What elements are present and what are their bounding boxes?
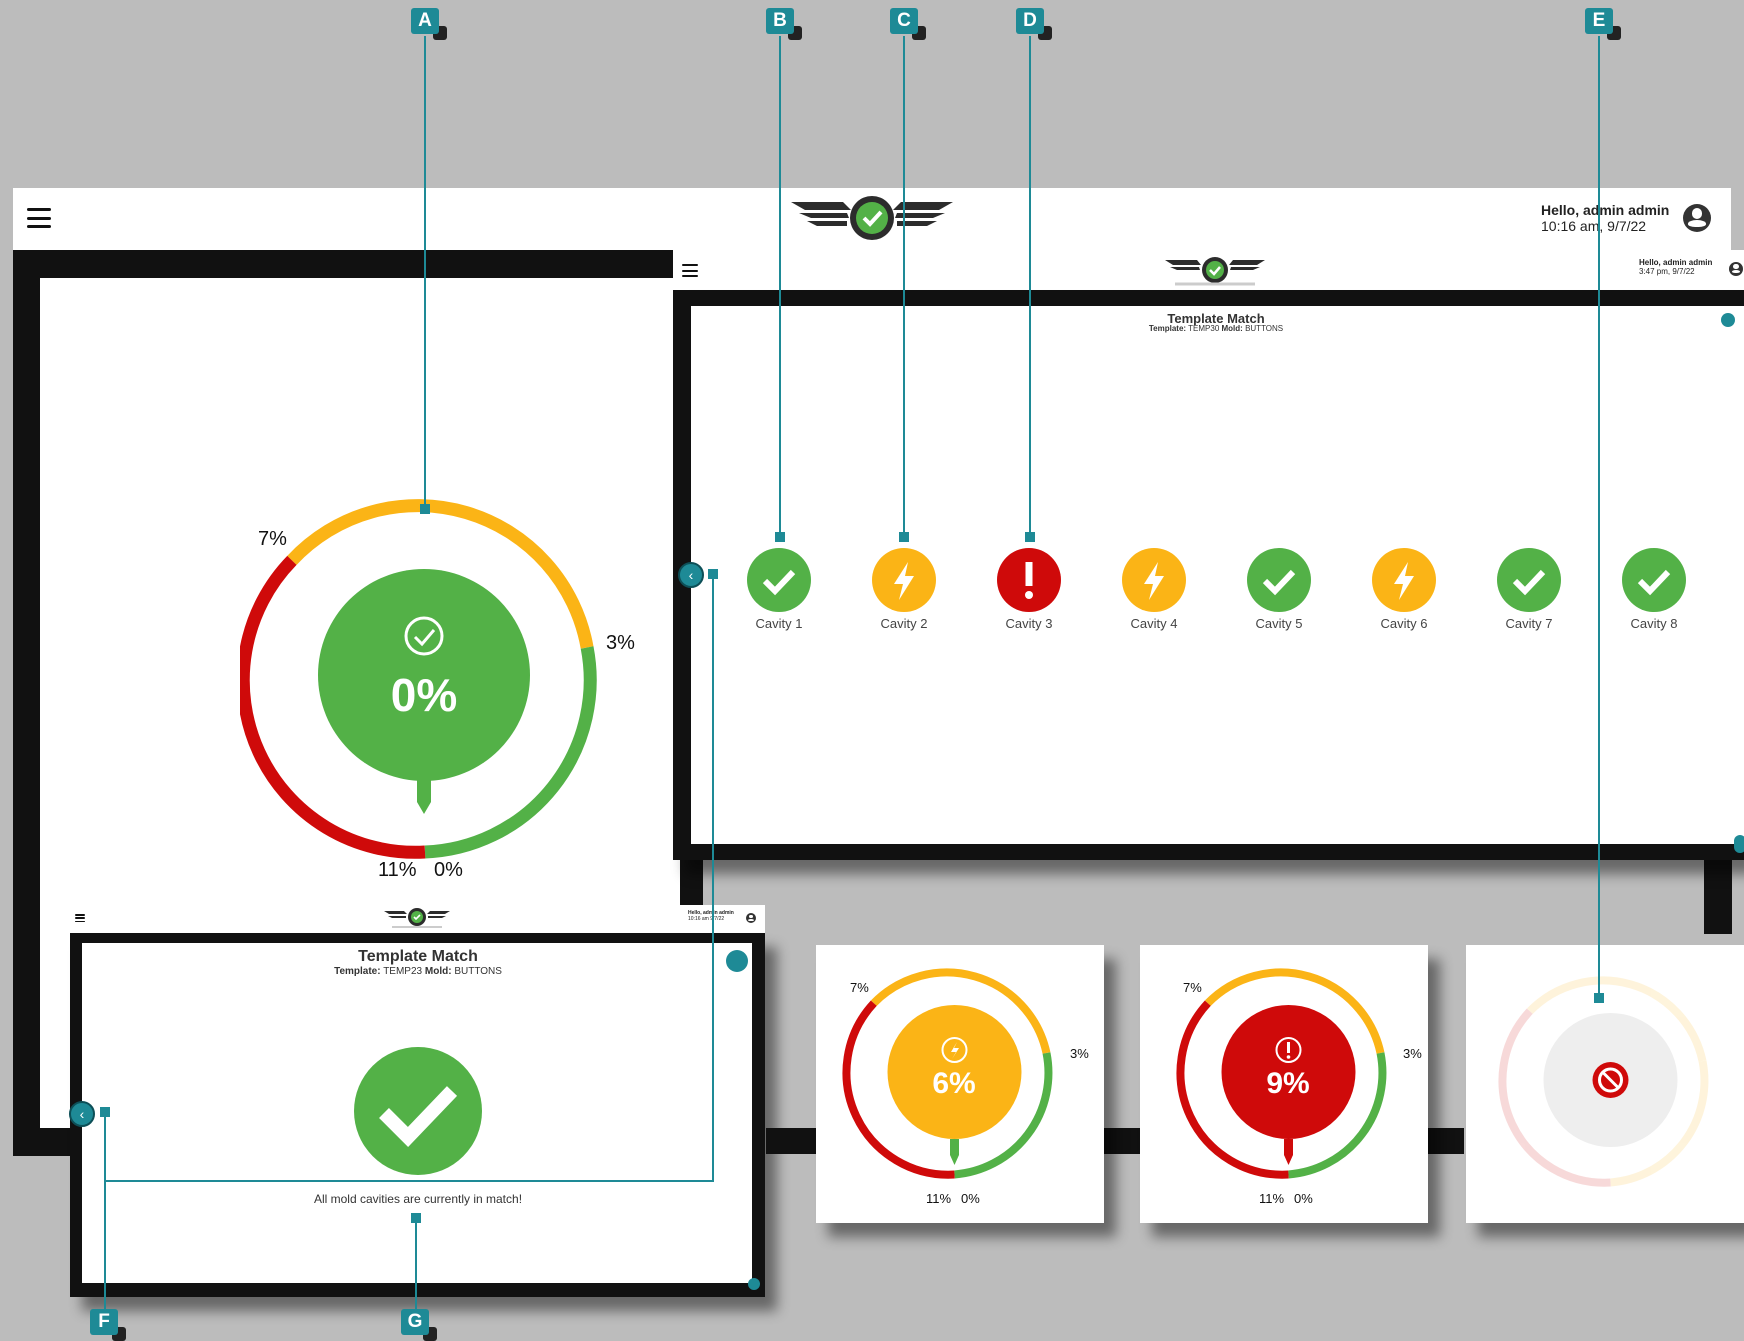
mini-alarm-value: 9%: [1266, 1067, 1310, 1100]
main-timestamp: 10:16 am, 9/7/22: [1541, 218, 1647, 235]
mini-warning-value: 6%: [932, 1067, 976, 1100]
callout-badge-d: D: [1016, 8, 1052, 40]
small-widget-title: Template Match: [358, 948, 478, 965]
main-greeting-text: Hello, admin admin: [1541, 202, 1670, 218]
small-grid-menu-icon[interactable]: [726, 950, 748, 972]
cavity-label: Cavity 8: [1630, 616, 1678, 631]
overlay-menu-icon[interactable]: [682, 264, 698, 277]
overlay-template-value: TEMP30: [1188, 324, 1220, 333]
big-gauge-upper-right-label: 3%: [606, 632, 635, 654]
overlay-template-label: Template:: [1148, 324, 1187, 333]
mini-alarm-upper-left: 7%: [1183, 980, 1202, 995]
main-frame-right-edge: [1704, 860, 1732, 934]
strip-right-3: [1428, 1128, 1464, 1154]
check-icon: [1497, 548, 1561, 612]
all-match-status-icon: [354, 1047, 482, 1175]
small-template-label: Template:: [334, 966, 381, 977]
strip-right-2: [1104, 1128, 1140, 1154]
lightning-icon: [1122, 548, 1186, 612]
overlay-widget-subtitle: Template: TEMP30 Mold: BUTTONS: [1066, 324, 1366, 333]
small-mold-label: Mold:: [424, 966, 452, 977]
cavity-label: Cavity 6: [1380, 616, 1428, 631]
small-user-greeting: Hello, admin admin 10:16 am 9/7/22: [688, 910, 734, 923]
cavity-label: Cavity 5: [1255, 616, 1303, 631]
check-icon: [747, 548, 811, 612]
callout-badge-f: F: [90, 1309, 126, 1341]
callout-badge-e: E: [1585, 8, 1621, 40]
small-user-avatar-icon[interactable]: [746, 913, 756, 923]
overlay-mold-value: BUTTONS: [1245, 324, 1284, 333]
cavity-indicator[interactable]: Cavity 1: [723, 548, 835, 631]
check-icon: [1247, 548, 1311, 612]
cavity-indicator[interactable]: Cavity 2: [848, 548, 960, 631]
cavity-indicator[interactable]: Cavity 5: [1223, 548, 1335, 631]
overlay-timestamp: 3:47 pm, 9/7/22: [1639, 267, 1695, 277]
small-header-bar: Hello, admin admin 10:16 am 9/7/22: [70, 905, 765, 933]
cavity-indicator[interactable]: Cavity 4: [1098, 548, 1210, 631]
overlay-collapse-button[interactable]: ‹: [678, 562, 704, 588]
small-collapse-button[interactable]: ‹: [69, 1101, 95, 1127]
mini-alarm-upper-right: 3%: [1403, 1046, 1422, 1061]
mini-alarm-lower-left: 11%: [1259, 1191, 1285, 1206]
mini-warning-lower-right: 0%: [961, 1191, 980, 1206]
callout-badge-a: A: [411, 8, 447, 40]
big-gauge-value: 0%: [390, 669, 458, 721]
big-gauge-lower-right-label: 0%: [434, 859, 463, 881]
gauge-needle: [417, 776, 431, 814]
strip-right-1: [766, 1128, 816, 1154]
overlay-mold-label: Mold:: [1221, 324, 1243, 333]
big-gauge-upper-left-label: 7%: [258, 528, 287, 550]
app-logo: [791, 196, 953, 240]
cavity-indicator[interactable]: Cavity 6: [1348, 548, 1460, 631]
small-template-value: TEMP23: [383, 966, 423, 977]
main-user-avatar-icon[interactable]: [1683, 204, 1711, 232]
lightning-icon: [872, 548, 936, 612]
lightning-icon: [1372, 548, 1436, 612]
main-menu-icon[interactable]: [27, 208, 51, 228]
small-expand-icon[interactable]: [748, 1278, 760, 1290]
callout-badge-c: C: [890, 8, 926, 40]
small-app-logo: [384, 908, 450, 928]
mini-warning-lower-left: 11%: [926, 1191, 952, 1206]
overlay-grid-menu-icon[interactable]: [1721, 313, 1735, 327]
overlay-greeting-text: Hello, admin admin: [1639, 258, 1713, 267]
cavity-label: Cavity 2: [880, 616, 928, 631]
small-mold-value: BUTTONS: [454, 966, 502, 977]
overlay-expand-icon[interactable]: [1734, 835, 1744, 853]
main-header-bar: Hello, admin admin 10:16 am, 9/7/22: [13, 188, 1731, 250]
mini-alarm-lower-right: 0%: [1294, 1191, 1313, 1206]
overlay-user-avatar-icon[interactable]: [1729, 262, 1743, 276]
cavity-label: Cavity 7: [1505, 616, 1553, 631]
big-gauge-lower-left-label: 11%: [378, 859, 417, 881]
small-timestamp: 10:16 am 9/7/22: [688, 915, 725, 922]
small-widget-message: All mold cavities are currently in match…: [313, 1192, 523, 1206]
mini-warning-upper-left: 7%: [850, 980, 869, 995]
main-user-greeting: Hello, admin admin 10:16 am, 9/7/22: [1541, 202, 1669, 234]
check-icon: [1622, 548, 1686, 612]
cavity-indicator[interactable]: Cavity 7: [1473, 548, 1585, 631]
cavity-label: Cavity 1: [755, 616, 803, 631]
overlay-header-bar: Hello, admin admin 3:47 pm, 9/7/22: [673, 250, 1744, 290]
overlay-app-logo: [1165, 257, 1265, 286]
mini-gauge-disabled: [1498, 976, 1709, 1187]
cavity-indicator[interactable]: Cavity 3: [973, 548, 1085, 631]
cavity-indicator[interactable]: Cavity 8: [1598, 548, 1710, 631]
small-widget-subtitle: Template: TEMP23 Mold: BUTTONS: [268, 966, 568, 977]
small-menu-icon[interactable]: [75, 914, 85, 922]
mini-warning-upper-right: 3%: [1070, 1046, 1089, 1061]
cavity-label: Cavity 4: [1130, 616, 1178, 631]
overlay-user-greeting: Hello, admin admin 3:47 pm, 9/7/22: [1639, 258, 1712, 276]
cavity-label: Cavity 3: [1005, 616, 1053, 631]
callout-badge-g: G: [401, 1309, 437, 1341]
exclamation-icon: [997, 548, 1061, 612]
callout-badge-b: B: [766, 8, 802, 40]
